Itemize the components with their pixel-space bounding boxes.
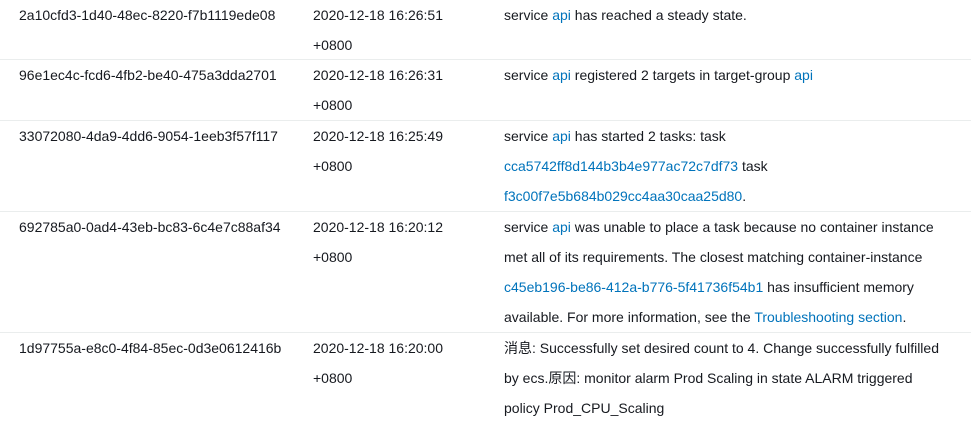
event-row: 2a10cfd3-1d40-48ec-8220-f7b1119ede08 202… xyxy=(0,0,971,60)
message-text: registered 2 targets in target-group xyxy=(570,67,795,83)
event-id: 96e1ec4c-fcd6-4fb2-be40-475a3dda2701 xyxy=(19,67,277,83)
message-line: 消息: Successfully set desired count to 4.… xyxy=(504,333,956,363)
container-instance-link[interactable]: c45eb196-be86-412a-b776-5f41736f54b1 xyxy=(504,279,763,295)
event-row: 1d97755a-e8c0-4f84-85ec-0d3e0612416b 202… xyxy=(0,333,971,425)
event-message: 消息: Successfully set desired count to 4.… xyxy=(504,333,956,423)
event-datetime: 2020-12-18 16:25:49 xyxy=(313,128,443,144)
event-row: 33072080-4da9-4dd6-9054-1eeb3f57f117 202… xyxy=(0,121,971,212)
task-link[interactable]: f3c00f7e5b684b029cc4aa30caa25d80 xyxy=(504,188,742,204)
event-time: 2020-12-18 16:26:51 +0800 xyxy=(313,0,493,60)
message-line: by ecs.原因: monitor alarm Prod Scaling in… xyxy=(504,363,956,393)
event-row: 692785a0-0ad4-43eb-bc83-6c4e7c88af34 202… xyxy=(0,212,971,333)
message-line: c45eb196-be86-412a-b776-5f41736f54b1 has… xyxy=(504,272,956,302)
message-line: met all of its requirements. The closest… xyxy=(504,242,956,272)
event-datetime: 2020-12-18 16:26:31 xyxy=(313,67,443,83)
message-line: policy Prod_CPU_Scaling xyxy=(504,393,956,423)
message-text: . xyxy=(742,188,747,204)
event-message: service api has reached a steady state. xyxy=(504,0,956,30)
message-text: available. For more information, see the xyxy=(504,309,755,325)
message-text: has reached a steady state. xyxy=(570,7,747,23)
target-group-link[interactable]: api xyxy=(794,67,813,83)
message-text: has started 2 tasks: task xyxy=(570,128,726,144)
message-line: cca5742ff8d144b3b4e977ac72c7df73 task xyxy=(504,151,956,181)
message-text: service xyxy=(504,7,553,23)
message-text: by ecs.原因: monitor alarm Prod Scaling in… xyxy=(504,370,913,386)
event-datetime: 2020-12-18 16:20:00 xyxy=(313,340,443,356)
event-timezone: +0800 xyxy=(313,370,353,386)
service-link[interactable]: api xyxy=(552,7,571,23)
message-line: f3c00f7e5b684b029cc4aa30caa25d80. xyxy=(504,181,956,211)
service-link[interactable]: api xyxy=(552,219,571,235)
service-link[interactable]: api xyxy=(552,128,571,144)
event-message: service api registered 2 targets in targ… xyxy=(504,60,956,90)
event-timezone: +0800 xyxy=(313,249,353,265)
event-timezone: +0800 xyxy=(313,97,353,113)
message-line: available. For more information, see the… xyxy=(504,302,956,332)
troubleshooting-link[interactable]: Troubleshooting section xyxy=(754,309,902,325)
message-text: service xyxy=(504,219,553,235)
message-text: service xyxy=(504,128,553,144)
event-time: 2020-12-18 16:20:00 +0800 xyxy=(313,333,493,393)
event-time: 2020-12-18 16:20:12 +0800 xyxy=(313,212,493,272)
message-text: was unable to place a task because no co… xyxy=(570,219,934,235)
message-text: 消息: Successfully set desired count to 4.… xyxy=(504,340,939,356)
service-link[interactable]: api xyxy=(552,67,571,83)
event-row: 96e1ec4c-fcd6-4fb2-be40-475a3dda2701 202… xyxy=(0,60,971,121)
event-id: 33072080-4da9-4dd6-9054-1eeb3f57f117 xyxy=(19,128,278,144)
event-id: 1d97755a-e8c0-4f84-85ec-0d3e0612416b xyxy=(19,340,282,356)
task-link[interactable]: cca5742ff8d144b3b4e977ac72c7df73 xyxy=(504,158,738,174)
message-text: met all of its requirements. The closest… xyxy=(504,249,923,265)
event-message: service api has started 2 tasks: task cc… xyxy=(504,121,956,211)
message-text: service xyxy=(504,67,553,83)
events-table: 2a10cfd3-1d40-48ec-8220-f7b1119ede08 202… xyxy=(0,0,971,425)
event-time: 2020-12-18 16:25:49 +0800 xyxy=(313,121,493,181)
message-line: service api was unable to place a task b… xyxy=(504,212,956,242)
message-line: service api has started 2 tasks: task xyxy=(504,121,956,151)
event-message: service api was unable to place a task b… xyxy=(504,212,956,332)
event-timezone: +0800 xyxy=(313,158,353,174)
event-timezone: +0800 xyxy=(313,37,353,53)
event-id: 2a10cfd3-1d40-48ec-8220-f7b1119ede08 xyxy=(19,7,276,23)
event-datetime: 2020-12-18 16:26:51 xyxy=(313,7,443,23)
message-text: . xyxy=(902,309,907,325)
message-line: service api has reached a steady state. xyxy=(504,0,956,30)
event-time: 2020-12-18 16:26:31 +0800 xyxy=(313,60,493,120)
message-text: policy Prod_CPU_Scaling xyxy=(504,400,665,416)
event-id: 692785a0-0ad4-43eb-bc83-6c4e7c88af34 xyxy=(19,219,281,235)
message-text: task xyxy=(738,158,768,174)
event-datetime: 2020-12-18 16:20:12 xyxy=(313,219,443,235)
message-line: service api registered 2 targets in targ… xyxy=(504,60,956,90)
message-text: has insufficient memory xyxy=(763,279,914,295)
